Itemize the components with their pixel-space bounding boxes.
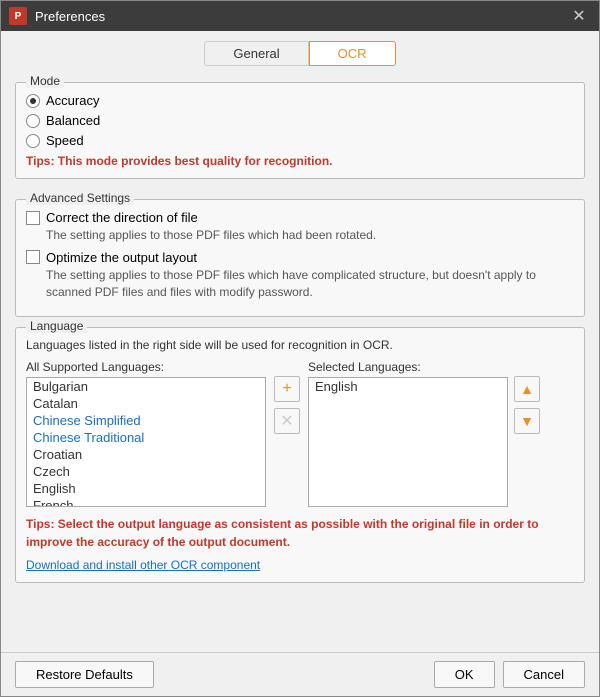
optimize-layout-hint: The setting applies to those PDF files w…: [46, 267, 574, 301]
preferences-window: P Preferences ✕ General OCR Mode Accurac…: [0, 0, 600, 697]
list-item[interactable]: Czech: [27, 463, 265, 480]
radio-speed[interactable]: Speed: [26, 133, 574, 148]
correct-direction-label: Correct the direction of file: [46, 210, 198, 225]
selected-languages-label: Selected Languages:: [308, 360, 508, 374]
close-button[interactable]: ✕: [567, 4, 591, 28]
optimize-layout-checkbox[interactable]: [26, 250, 40, 264]
list-item[interactable]: Chinese Simplified: [27, 412, 265, 429]
cancel-button[interactable]: Cancel: [503, 661, 585, 688]
move-up-button[interactable]: ▲: [514, 376, 540, 402]
list-item[interactable]: Bulgarian: [27, 378, 265, 395]
footer-right-buttons: OK Cancel: [434, 661, 585, 688]
correct-direction-row[interactable]: Correct the direction of file: [26, 210, 574, 225]
radio-balanced[interactable]: Balanced: [26, 113, 574, 128]
mode-section: Mode Accuracy Balanced Speed: [15, 82, 585, 179]
lang-order-buttons: ▲ ▼: [508, 376, 546, 434]
restore-defaults-button[interactable]: Restore Defaults: [15, 661, 154, 688]
all-languages-label: All Supported Languages:: [26, 360, 266, 374]
language-section: Language Languages listed in the right s…: [15, 327, 585, 583]
optimize-layout-label: Optimize the output layout: [46, 250, 197, 265]
list-item[interactable]: Chinese Traditional: [27, 429, 265, 446]
ok-button[interactable]: OK: [434, 661, 495, 688]
language-columns: All Supported Languages: Bulgarian Catal…: [26, 360, 574, 507]
all-languages-list[interactable]: Bulgarian Catalan Chinese Simplified Chi…: [26, 377, 266, 507]
tab-ocr[interactable]: OCR: [309, 41, 396, 66]
move-down-button[interactable]: ▼: [514, 408, 540, 434]
language-tips: Tips: Select the output language as cons…: [26, 515, 574, 551]
tab-general[interactable]: General: [204, 41, 308, 66]
titlebar: P Preferences ✕: [1, 1, 599, 31]
list-item[interactable]: Croatian: [27, 446, 265, 463]
footer: Restore Defaults OK Cancel: [1, 652, 599, 696]
download-ocr-link[interactable]: Download and install other OCR component: [26, 558, 260, 572]
radio-balanced-circle: [26, 114, 40, 128]
list-item[interactable]: English: [309, 378, 507, 395]
window-title: Preferences: [35, 9, 567, 24]
list-item[interactable]: English: [27, 480, 265, 497]
list-item[interactable]: French: [27, 497, 265, 507]
advanced-section-title: Advanced Settings: [26, 191, 134, 205]
all-languages-column: All Supported Languages: Bulgarian Catal…: [26, 360, 266, 507]
add-language-button[interactable]: +: [274, 376, 300, 402]
mode-tips-prefix: Tips:: [26, 154, 54, 168]
app-icon: P: [9, 7, 27, 25]
selected-languages-column: Selected Languages: English: [308, 360, 508, 507]
advanced-section: Advanced Settings Correct the direction …: [15, 199, 585, 317]
radio-accuracy[interactable]: Accuracy: [26, 93, 574, 108]
lang-transfer-buttons: + ✕: [266, 376, 308, 434]
mode-tips: Tips: This mode provides best quality fo…: [26, 154, 574, 168]
radio-accuracy-circle: [26, 94, 40, 108]
mode-tips-text: This mode provides best quality for reco…: [54, 154, 332, 168]
language-tips-text: Select the output language as consistent…: [26, 517, 539, 549]
tab-bar: General OCR: [1, 31, 599, 74]
language-tips-prefix: Tips:: [26, 517, 54, 531]
radio-speed-label: Speed: [46, 133, 84, 148]
remove-language-button[interactable]: ✕: [274, 408, 300, 434]
content-area: Mode Accuracy Balanced Speed: [1, 74, 599, 652]
optimize-layout-row[interactable]: Optimize the output layout: [26, 250, 574, 265]
language-intro: Languages listed in the right side will …: [26, 338, 574, 352]
language-section-title: Language: [26, 319, 87, 333]
selected-languages-list[interactable]: English: [308, 377, 508, 507]
list-item[interactable]: Catalan: [27, 395, 265, 412]
mode-section-title: Mode: [26, 74, 64, 88]
correct-direction-checkbox[interactable]: [26, 211, 40, 225]
mode-radio-group: Accuracy Balanced Speed: [26, 93, 574, 148]
correct-direction-hint: The setting applies to those PDF files w…: [46, 227, 574, 244]
radio-speed-circle: [26, 134, 40, 148]
radio-balanced-label: Balanced: [46, 113, 100, 128]
radio-accuracy-label: Accuracy: [46, 93, 99, 108]
